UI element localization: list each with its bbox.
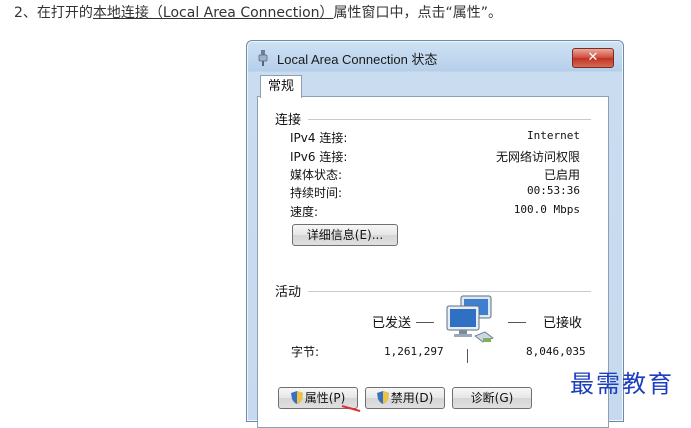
speed-row: 速度: 100.0 Mbps <box>290 203 580 221</box>
instruction-suffix: 属性窗口中，点击“属性”。 <box>333 5 503 21</box>
connection-section-label: 连接 <box>275 113 302 128</box>
disable-button[interactable]: 禁用(D) <box>365 387 445 409</box>
speed-value: 100.0 Mbps <box>513 203 580 216</box>
media-state-label: 媒体状态: <box>290 168 343 182</box>
activity-section-label: 活动 <box>275 285 302 300</box>
duration-value: 00:53:36 <box>527 184 580 197</box>
window-title: Local Area Connection 状态 <box>277 52 438 67</box>
properties-label: 属性(P) <box>304 391 346 405</box>
ipv6-row: IPv6 连接: 无网络访问权限 <box>290 148 580 166</box>
ipv4-value: Internet <box>527 129 580 142</box>
pointer-arrow-icon <box>341 405 361 412</box>
close-button[interactable]: ✕ <box>572 48 614 68</box>
bytes-label: 字节: <box>291 345 320 359</box>
uac-shield-icon <box>376 391 389 404</box>
network-plug-icon <box>258 50 268 66</box>
duration-row: 持续时间: 00:53:36 <box>290 184 580 202</box>
uac-shield-icon <box>290 391 303 404</box>
sent-dash <box>416 322 434 323</box>
ipv4-label: IPv4 连接: <box>290 131 348 145</box>
watermark-text: 最需教育 <box>570 370 674 398</box>
connection-status-window: Local Area Connection 状态 ✕ 常规 连接 IPv4 连接… <box>246 40 624 428</box>
ipv6-label: IPv6 连接: <box>290 150 348 164</box>
details-button[interactable]: 详细信息(E)... <box>292 224 398 246</box>
connection-divider <box>308 119 591 120</box>
tab-general[interactable]: 常规 <box>260 75 302 98</box>
diagnose-button[interactable]: 诊断(G) <box>452 387 532 409</box>
network-computers-icon <box>446 295 494 343</box>
bytes-sent-value: 1,261,297 <box>384 345 444 358</box>
duration-label: 持续时间: <box>290 186 343 200</box>
media-state-row: 媒体状态: 已启用 <box>290 166 580 184</box>
bytes-received-value: 8,046,035 <box>526 345 586 358</box>
ipv4-row: IPv4 连接: Internet <box>290 129 580 147</box>
activity-divider <box>308 291 591 292</box>
instruction-prefix: 2、在打开的 <box>14 5 93 21</box>
sent-label: 已发送 <box>372 316 412 331</box>
instruction-link: 本地连接（Local Area Connection） <box>92 5 334 21</box>
instruction-text: 2、在打开的本地连接（Local Area Connection）属性窗口中，点… <box>14 2 502 24</box>
received-dash <box>508 322 526 323</box>
speed-label: 速度: <box>290 205 319 219</box>
received-label: 已接收 <box>543 316 583 331</box>
title-bar[interactable]: Local Area Connection 状态 ✕ <box>247 41 623 73</box>
disable-label: 禁用(D) <box>390 391 434 405</box>
activity-connector <box>467 349 468 363</box>
general-panel: 连接 IPv4 连接: Internet IPv6 连接: 无网络访问权限 媒体… <box>257 96 609 428</box>
media-state-value: 已启用 <box>543 168 580 182</box>
ipv6-value: 无网络访问权限 <box>495 150 580 164</box>
